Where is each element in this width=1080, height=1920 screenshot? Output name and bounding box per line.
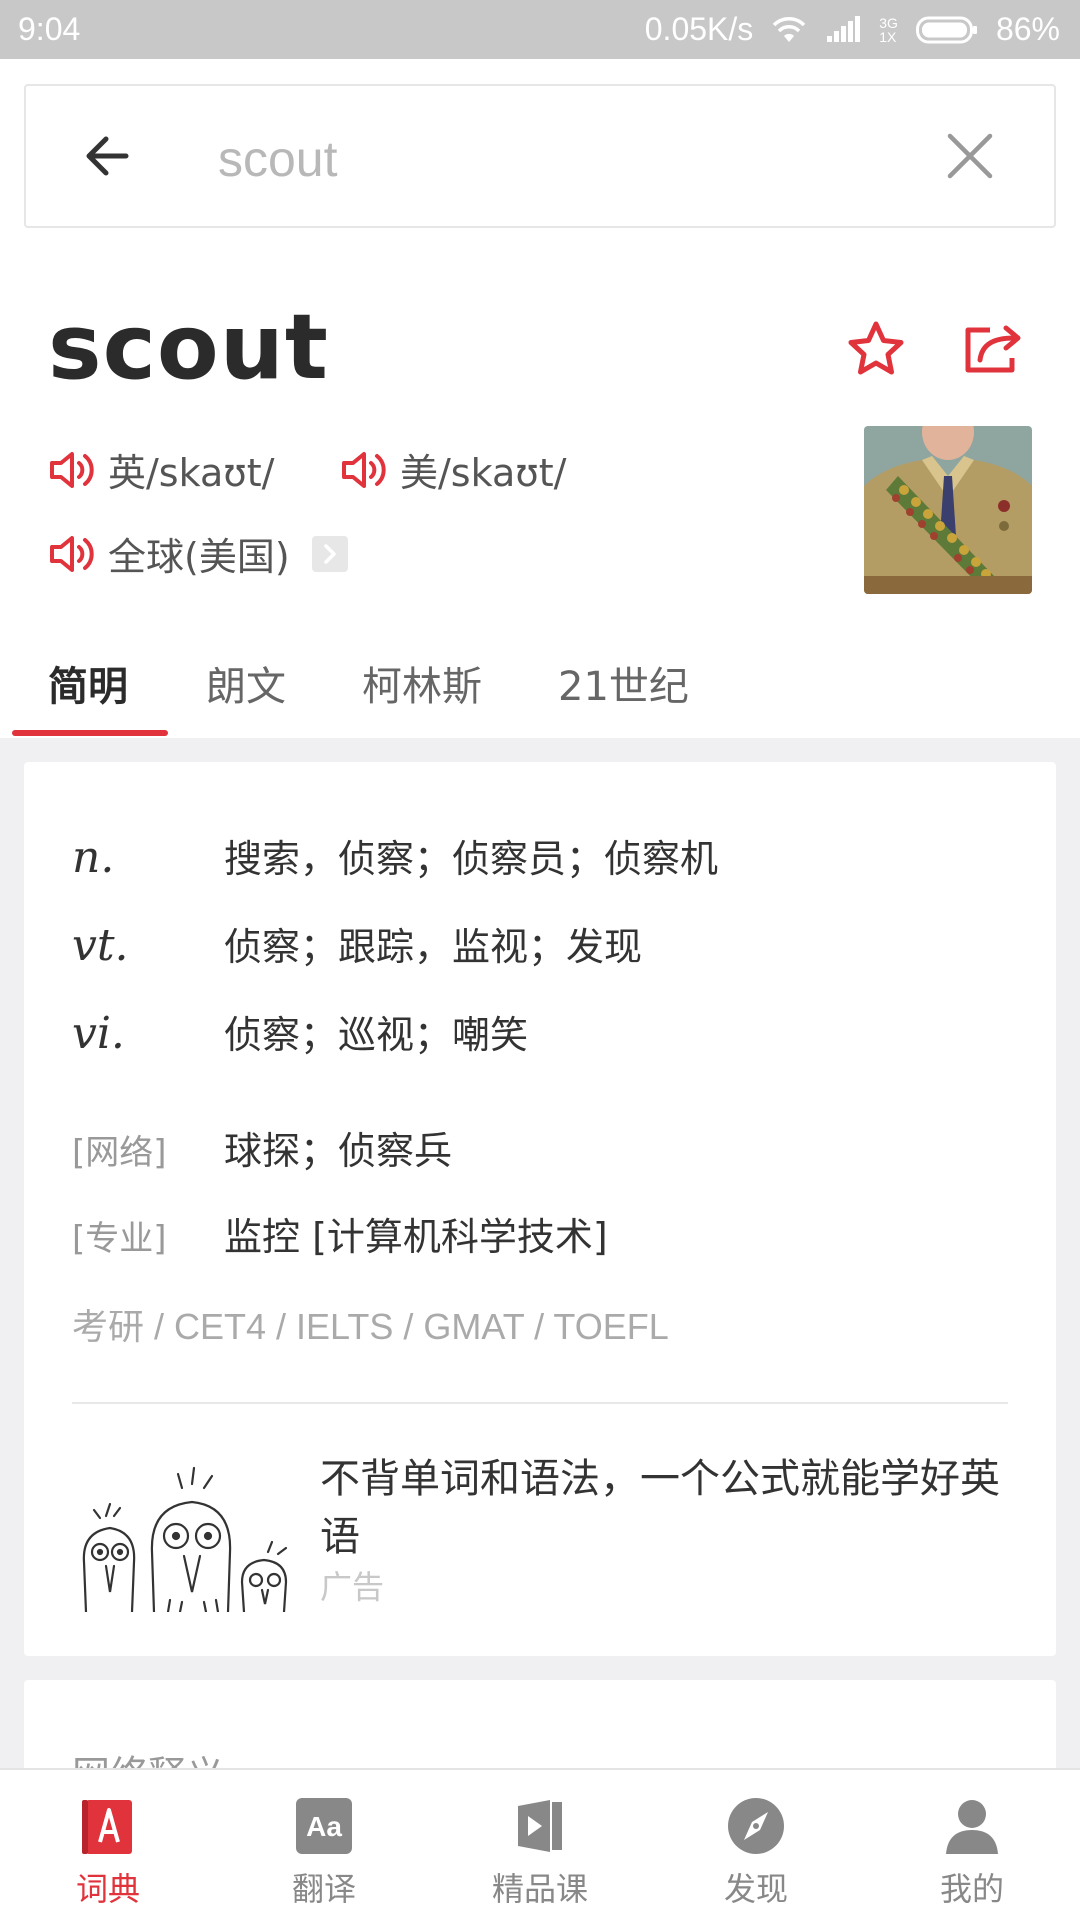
definition-text: 搜索，侦察；侦察员；侦察机 [224, 837, 719, 881]
status-time: 9:04 [18, 11, 81, 47]
meaning-tag: [网络] [72, 1133, 167, 1173]
definition-row: vt. 侦察；跟踪，监视；发现 [72, 916, 642, 971]
exam-tags: 考研 / CET4 / IELTS / GMAT / TOEFL [72, 1306, 669, 1347]
headword: scout [48, 295, 329, 400]
part-of-speech: n. [72, 832, 115, 883]
share-icon[interactable] [962, 322, 1028, 374]
definition-card: n. 搜索，侦察；侦察员；侦察机 vt. 侦察；跟踪，监视；发现 vi. 侦察；… [24, 762, 1056, 1656]
net-speed: 0.05K/s [644, 11, 754, 47]
pron-global[interactable]: 全球(美国) [48, 526, 348, 581]
definition-row: n. 搜索，侦察；侦察员；侦察机 [72, 828, 718, 883]
nav-discover[interactable]: 发现 [696, 1796, 816, 1910]
tab-longman[interactable]: 朗文 [206, 654, 286, 712]
nav-label: 我的 [939, 1870, 1004, 1908]
nav-label: 词典 [75, 1870, 140, 1908]
ad-title[interactable]: 不背单词和语法，一个公式就能学好英语 [320, 1450, 1020, 1566]
meaning-tag: [专业] [72, 1219, 167, 1259]
bottom-nav: 词典 Aa 翻译 精品课 发现 我的 [0, 1768, 1080, 1920]
nav-profile[interactable]: 我的 [912, 1796, 1032, 1910]
ad-label: 广告 [320, 1568, 385, 1606]
tab-collins[interactable]: 柯林斯 [362, 654, 482, 712]
word-image[interactable] [864, 426, 1032, 594]
web-meaning-row: [网络] 球探；侦察兵 [72, 1120, 452, 1175]
meaning-text: 球探；侦察兵 [224, 1129, 453, 1173]
tab-jianming[interactable]: 简明 [48, 654, 128, 712]
tab-21st-century[interactable]: 21世纪 [558, 654, 689, 712]
course-icon [518, 1800, 562, 1852]
pron-global-text: 全球(美国) [108, 535, 290, 579]
part-of-speech: vt. [72, 920, 129, 971]
divider [72, 1402, 1008, 1404]
definition-text: 侦察；巡视；嘲笑 [224, 1013, 529, 1057]
pron-uk[interactable]: 英/skaʊt/ [48, 442, 274, 497]
nav-label: 发现 [723, 1870, 788, 1908]
pron-us-text: 美/skaʊt/ [400, 451, 567, 495]
part-of-speech: vi. [72, 1008, 125, 1059]
translate-icon: Aa [296, 1798, 352, 1854]
speaker-icon[interactable] [48, 446, 96, 494]
speaker-icon[interactable] [340, 446, 388, 494]
definition-row: vi. 侦察；巡视；嘲笑 [72, 1004, 528, 1059]
technical-meaning-row: [专业] 监控 [计算机科学技术] [72, 1206, 608, 1261]
battery-icon [915, 16, 977, 43]
tab-active-indicator [12, 730, 168, 736]
status-bar: 9:04 0.05K/s 3G 1X 86% [0, 0, 1080, 59]
signal-icon [827, 15, 861, 42]
nav-translate[interactable]: Aa 翻译 [264, 1796, 384, 1910]
pron-us[interactable]: 美/skaʊt/ [340, 442, 566, 497]
search-bar: scout [24, 84, 1056, 228]
nav-label: 翻译 [291, 1870, 356, 1908]
chevron-right-icon[interactable] [311, 535, 348, 572]
profile-icon [946, 1800, 998, 1854]
nav-courses[interactable]: 精品课 [480, 1796, 600, 1910]
battery-percent: 86% [995, 11, 1060, 47]
dictionary-tabs: 简明 朗文 柯林斯 21世纪 [0, 640, 1080, 740]
wifi-icon [773, 16, 806, 42]
pron-uk-text: 英/skaʊt/ [108, 451, 275, 495]
close-icon[interactable] [944, 130, 996, 182]
speaker-icon[interactable] [48, 530, 96, 578]
nav-label: 精品课 [491, 1870, 588, 1908]
nav-dictionary[interactable]: 词典 [48, 1796, 168, 1910]
compass-icon [728, 1798, 784, 1854]
network-type: 3G 1X [879, 14, 898, 45]
dictionary-icon [82, 1800, 132, 1854]
ad-image[interactable] [72, 1452, 298, 1612]
back-arrow-icon[interactable] [78, 126, 138, 186]
search-input[interactable]: scout [218, 130, 338, 188]
svg-text:Aa: Aa [306, 1811, 342, 1842]
definition-text: 侦察；跟踪，监视；发现 [224, 925, 643, 969]
star-icon[interactable] [846, 320, 906, 378]
meaning-text: 监控 [计算机科学技术] [224, 1215, 608, 1259]
